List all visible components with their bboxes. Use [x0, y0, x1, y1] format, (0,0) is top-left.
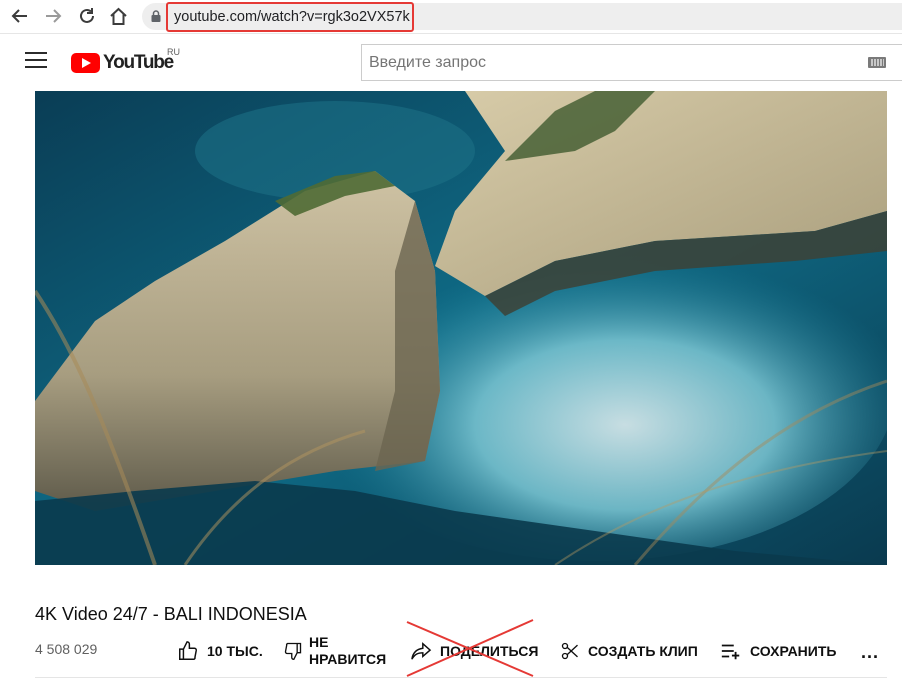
like-count: 10 ТЫС.	[207, 643, 263, 659]
youtube-logo[interactable]: YouTube RU	[71, 47, 180, 75]
address-bar[interactable]: youtube.com/watch?v=rgk3o2VX57k	[142, 2, 902, 32]
create-clip-button[interactable]: СОЗДАТЬ КЛИП	[560, 634, 698, 668]
url-text[interactable]: youtube.com/watch?v=rgk3o2VX57k	[166, 2, 414, 32]
home-icon	[109, 7, 127, 25]
forward-button[interactable]	[42, 5, 64, 27]
search-box	[361, 44, 902, 81]
back-arrow-icon	[11, 9, 27, 23]
thumb-down-icon	[284, 642, 302, 661]
more-icon[interactable]: ...	[858, 640, 882, 664]
region-label: RU	[167, 47, 180, 57]
browser-toolbar: youtube.com/watch?v=rgk3o2VX57k	[0, 0, 902, 34]
share-icon	[411, 642, 432, 660]
dislike-label-line1: НЕ	[309, 634, 329, 650]
home-button[interactable]	[107, 5, 129, 27]
playlist-add-icon	[721, 644, 740, 660]
reload-button[interactable]	[76, 5, 98, 27]
search-input[interactable]	[362, 45, 852, 80]
dislike-label-line2: НРАВИТСЯ	[309, 651, 387, 667]
forward-arrow-icon	[46, 9, 62, 23]
lock-icon	[151, 10, 161, 22]
back-button[interactable]	[9, 5, 31, 27]
logo-text: YouTube	[103, 52, 174, 73]
blank-area	[300, 598, 850, 624]
share-button[interactable]: ПОДЕЛИТЬСЯ	[410, 634, 538, 668]
view-count: 4 508 029	[35, 641, 98, 657]
share-label: ПОДЕЛИТЬСЯ	[440, 643, 539, 659]
video-player[interactable]	[35, 91, 887, 565]
youtube-header: YouTube RU	[0, 34, 902, 90]
scissors-icon	[561, 642, 578, 660]
like-button[interactable]: 10 ТЫС.	[177, 634, 263, 668]
clip-label: СОЗДАТЬ КЛИП	[588, 643, 698, 659]
video-frame	[35, 91, 887, 565]
dislike-button[interactable]: НЕ НРАВИТСЯ	[283, 634, 386, 668]
save-button[interactable]: СОХРАНИТЬ	[720, 634, 836, 668]
dislike-label: НЕ НРАВИТСЯ	[309, 634, 386, 668]
blank-area	[20, 565, 110, 595]
reload-icon	[80, 8, 94, 23]
menu-icon[interactable]	[25, 52, 47, 70]
keyboard-icon[interactable]	[868, 57, 886, 68]
save-label: СОХРАНИТЬ	[750, 643, 837, 659]
thumb-up-icon	[179, 641, 197, 660]
video-title: 4K Video 24/7 - BALI INDONESIA	[35, 604, 307, 624]
divider	[35, 677, 887, 678]
play-logo-icon	[71, 53, 100, 73]
